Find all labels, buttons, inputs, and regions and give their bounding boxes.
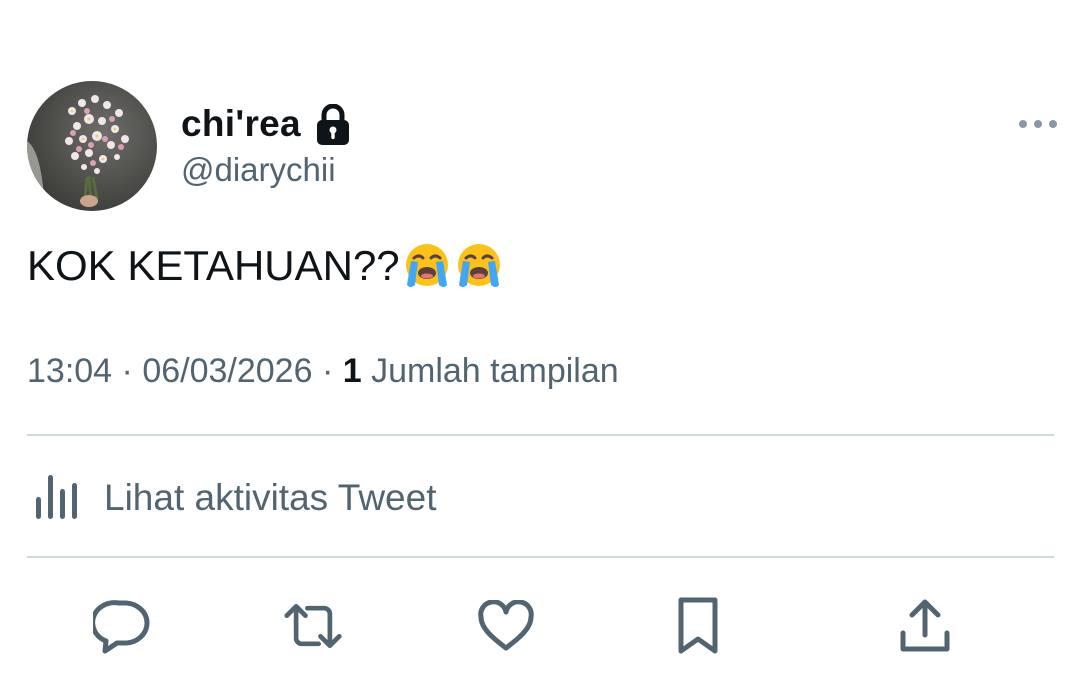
divider — [27, 556, 1054, 558]
view-label: Jumlah tampilan — [371, 352, 619, 390]
share-upload-icon — [900, 599, 950, 652]
meta-separator: · — [121, 352, 133, 390]
retweet-icon — [284, 603, 342, 649]
view-activity-label: Lihat aktivitas Tweet — [104, 477, 437, 518]
author-handle[interactable]: @diarychii — [181, 151, 336, 189]
analytics-bars-icon — [34, 471, 82, 526]
retweet-button[interactable] — [283, 596, 343, 656]
flower-bouquet-avatar — [27, 95, 129, 211]
lock-icon — [315, 103, 351, 148]
reply-button[interactable] — [92, 596, 152, 656]
tweet-meta: 13:04 · 06/03/2026 · 1 Jumlah tampilan — [27, 352, 619, 391]
author-display-name[interactable]: chi'rea — [181, 103, 301, 145]
tweet-text: KOK KETAHUAN?? — [27, 240, 504, 292]
more-dot — [1049, 120, 1057, 128]
avatar[interactable] — [27, 81, 157, 211]
more-dot — [1019, 120, 1027, 128]
more-horizontal-icon[interactable] — [1012, 110, 1064, 138]
like-button[interactable] — [476, 596, 536, 656]
share-button[interactable] — [895, 596, 955, 656]
heart-icon — [478, 600, 534, 651]
view-count: 1 — [342, 352, 362, 390]
reply-bubble-icon — [93, 600, 150, 654]
more-dot — [1034, 120, 1042, 128]
bookmark-icon — [678, 597, 718, 654]
divider — [27, 434, 1054, 436]
tweet-text-content: KOK KETAHUAN?? — [27, 242, 400, 289]
tweet-date[interactable]: 06/03/2026 — [142, 352, 312, 390]
author-name-row: chi'rea — [181, 101, 351, 147]
bookmark-button[interactable] — [668, 596, 728, 656]
meta-separator: · — [321, 352, 334, 390]
tweet-action-bar — [0, 596, 1080, 656]
tweet-time[interactable]: 13:04 — [27, 352, 112, 390]
loudly-crying-face-icon — [454, 241, 504, 291]
view-activity-button[interactable]: Lihat aktivitas Tweet — [34, 472, 437, 524]
loudly-crying-face-icon — [402, 241, 452, 291]
